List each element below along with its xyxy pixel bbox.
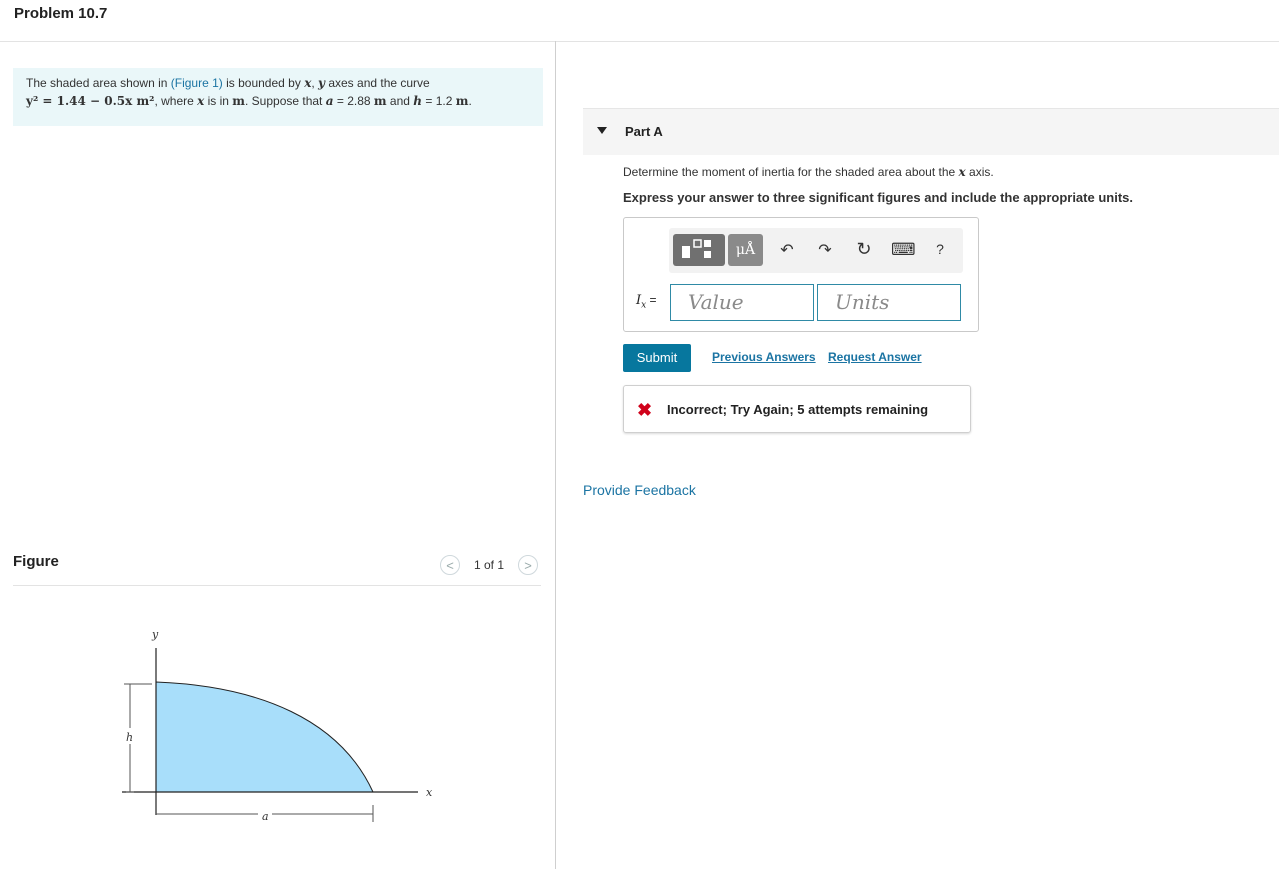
chevron-left-icon: < [446,558,454,573]
figure-next-button[interactable]: > [518,555,538,575]
a-dimension-label: a [262,810,269,823]
figure-diagram: y x h a [122,628,433,823]
problem-title: Problem 10.7 [14,5,108,22]
problem-statement: The shaded area shown in (Figure 1) is b… [13,68,543,126]
chevron-right-icon: > [524,558,532,573]
figure-heading: Figure [13,553,59,570]
answer-instruction: Express your answer to three significant… [623,190,1133,205]
header-divider [0,41,1279,42]
figure-prev-button[interactable]: < [440,555,460,575]
part-a-header[interactable] [583,108,1279,155]
figure-counter: 1 of 1 [474,558,505,572]
figure-divider [13,585,541,586]
keyboard-icon[interactable]: ⌨ [891,240,916,260]
template-icon [682,239,711,258]
problem-line-1: The shaded area shown in (Figure 1) is b… [26,76,430,90]
error-x-icon: ✖ [637,400,653,420]
template-button[interactable] [673,234,725,266]
x-axis-label: x [426,786,433,799]
y-axis-label: y [151,628,159,641]
reset-icon[interactable]: ↻ [853,239,875,260]
request-answer-link[interactable]: Request Answer [828,350,922,364]
figure-link[interactable]: (Figure 1) [171,76,223,90]
pane-splitter[interactable] [555,41,556,869]
h-dimension-label: h [126,731,133,744]
part-a-label[interactable]: Part A [625,124,663,139]
submit-button[interactable]: Submit [623,344,691,372]
value-input[interactable]: Value [670,284,814,321]
ix-variable-label: Ix = [636,293,657,311]
redo-icon[interactable]: ↷ [814,240,836,260]
previous-answers-link[interactable]: Previous Answers [712,350,816,364]
question-text: Determine the moment of inertia for the … [623,165,994,179]
help-icon[interactable]: ? [929,241,951,257]
units-button[interactable]: μÅ [728,234,763,266]
feedback-text: Incorrect; Try Again; 5 attempts remaini… [667,402,929,417]
problem-line-2: y² = 1.44 − 0.5x m², where x is in m. Su… [26,94,472,108]
shaded-area [155,681,374,793]
units-input[interactable]: Units [817,284,961,321]
provide-feedback-link[interactable]: Provide Feedback [583,482,696,498]
undo-icon[interactable]: ↶ [776,240,798,260]
collapse-triangle-icon[interactable] [597,127,607,134]
curve-equation: y² = 1.44 − 0.5x m² [26,94,155,108]
